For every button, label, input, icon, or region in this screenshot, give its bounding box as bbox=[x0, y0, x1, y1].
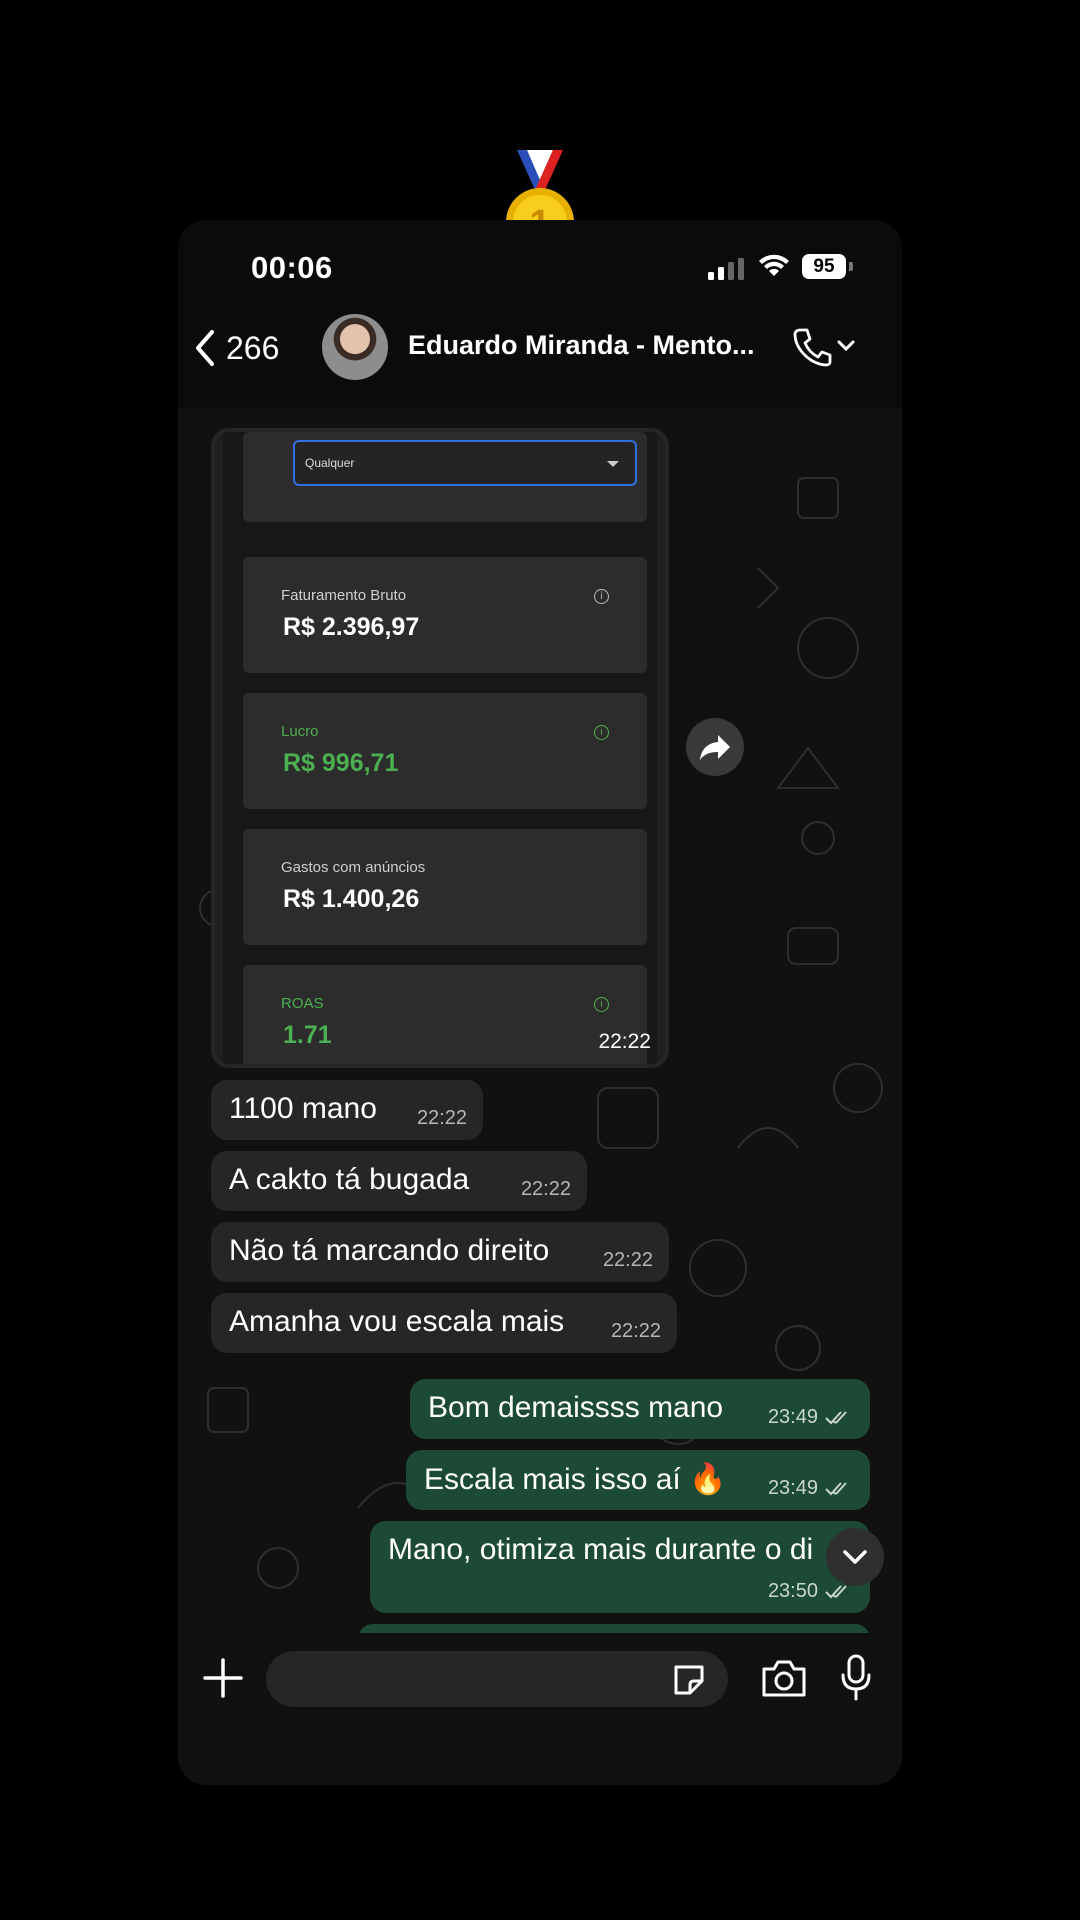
metric-label: ROAS bbox=[281, 995, 324, 1012]
contact-avatar[interactable] bbox=[322, 314, 388, 380]
image-message[interactable]: Qualquer Faturamento Bruto i R$ 2.396,97… bbox=[211, 428, 669, 1068]
metric-card: ROAS i 1.71 bbox=[243, 965, 647, 1064]
plus-icon[interactable] bbox=[200, 1655, 246, 1701]
cellular-signal-icon bbox=[708, 258, 744, 280]
caret-down-icon bbox=[607, 461, 619, 467]
message-text: Não tá marcando direito bbox=[229, 1234, 550, 1267]
metric-value: R$ 2.396,97 bbox=[283, 613, 420, 641]
outgoing-message[interactable]: Escala mais isso aí 🔥 23:49 bbox=[406, 1450, 870, 1510]
message-text: Amanha vou escala mais bbox=[229, 1305, 565, 1338]
forward-arrow-icon bbox=[700, 735, 730, 760]
sticker-icon[interactable] bbox=[670, 1661, 708, 1699]
message-time: 22:22 bbox=[416, 1107, 467, 1129]
filter-card: Qualquer bbox=[243, 432, 647, 522]
metric-value: 1.71 bbox=[283, 1021, 332, 1049]
message-time: 23:49 bbox=[767, 1477, 818, 1499]
call-button[interactable] bbox=[790, 324, 858, 368]
message-text: Mano, otimiza mais durante o di bbox=[388, 1533, 814, 1566]
message-text: Escala mais isso aí 🔥 bbox=[424, 1463, 727, 1496]
status-time: 00:06 bbox=[251, 250, 333, 285]
metric-label: Gastos com anúncios bbox=[281, 859, 426, 876]
status-bar: 00:06 95 bbox=[178, 220, 902, 310]
message-text: 1100 mano bbox=[229, 1092, 377, 1125]
message-time: 22:22 bbox=[598, 1030, 651, 1053]
message-text: Bom demaissss mano bbox=[428, 1391, 724, 1424]
chevron-down-icon bbox=[843, 1550, 867, 1564]
outgoing-message[interactable]: Mano, otimiza mais durante o di 23:50 bbox=[370, 1521, 870, 1613]
info-icon: i bbox=[594, 725, 609, 740]
message-text: A cakto tá bugada bbox=[229, 1163, 470, 1196]
incoming-message[interactable]: 1100 mano 22:22 bbox=[211, 1080, 483, 1140]
chevron-down-icon bbox=[837, 340, 855, 352]
unread-count: 266 bbox=[226, 329, 280, 366]
outgoing-message[interactable]: Bom demaissss mano 23:49 bbox=[410, 1379, 870, 1439]
info-icon: i bbox=[594, 589, 609, 604]
battery-nub bbox=[849, 262, 853, 271]
metric-value: R$ 996,71 bbox=[283, 749, 399, 777]
wifi-icon bbox=[759, 254, 789, 276]
message-composer bbox=[178, 1633, 902, 1785]
message-time: 22:22 bbox=[602, 1249, 653, 1271]
message-input[interactable] bbox=[266, 1651, 728, 1707]
chevron-left-icon bbox=[196, 330, 214, 366]
camera-icon[interactable] bbox=[760, 1657, 808, 1699]
message-time: 23:49 bbox=[767, 1406, 818, 1428]
dashboard-screenshot: Qualquer Faturamento Bruto i R$ 2.396,97… bbox=[223, 432, 657, 1064]
chat-header: 266 Eduardo Miranda - Mento... bbox=[178, 310, 902, 408]
incoming-message[interactable]: Amanha vou escala mais 22:22 bbox=[211, 1293, 677, 1353]
message-time: 23:50 bbox=[767, 1580, 818, 1602]
back-button[interactable]: 266 bbox=[192, 328, 279, 368]
metric-card: Gastos com anúncios R$ 1.400,26 bbox=[243, 829, 647, 945]
microphone-icon[interactable] bbox=[838, 1653, 874, 1703]
metric-value: R$ 1.400,26 bbox=[283, 885, 420, 913]
phone-icon bbox=[793, 328, 832, 367]
info-icon: i bbox=[594, 997, 609, 1012]
incoming-message[interactable]: A cakto tá bugada 22:22 bbox=[211, 1151, 587, 1211]
double-check-icon bbox=[825, 1411, 847, 1425]
outgoing-message-partial bbox=[358, 1624, 870, 1633]
forward-button[interactable] bbox=[686, 718, 744, 776]
chat-title[interactable]: Eduardo Miranda - Mento... bbox=[408, 330, 755, 361]
metric-card: Lucro i R$ 996,71 bbox=[243, 693, 647, 809]
incoming-message[interactable]: Não tá marcando direito 22:22 bbox=[211, 1222, 669, 1282]
period-select-value: Qualquer bbox=[305, 456, 355, 470]
metric-label: Faturamento Bruto bbox=[281, 587, 407, 604]
battery-indicator: 95 bbox=[802, 254, 846, 279]
message-time: 22:22 bbox=[520, 1178, 571, 1200]
double-check-icon bbox=[825, 1482, 847, 1496]
scroll-to-bottom-button[interactable] bbox=[826, 1528, 884, 1586]
metric-label: Lucro bbox=[281, 723, 319, 740]
metric-card: Faturamento Bruto i R$ 2.396,97 bbox=[243, 557, 647, 673]
phone-screen: 00:06 95 266 Eduardo Miranda - Mento... bbox=[178, 220, 902, 1785]
period-select: Qualquer bbox=[293, 440, 637, 486]
message-time: 22:22 bbox=[610, 1320, 661, 1342]
chat-area[interactable]: Qualquer Faturamento Bruto i R$ 2.396,97… bbox=[178, 388, 902, 1633]
